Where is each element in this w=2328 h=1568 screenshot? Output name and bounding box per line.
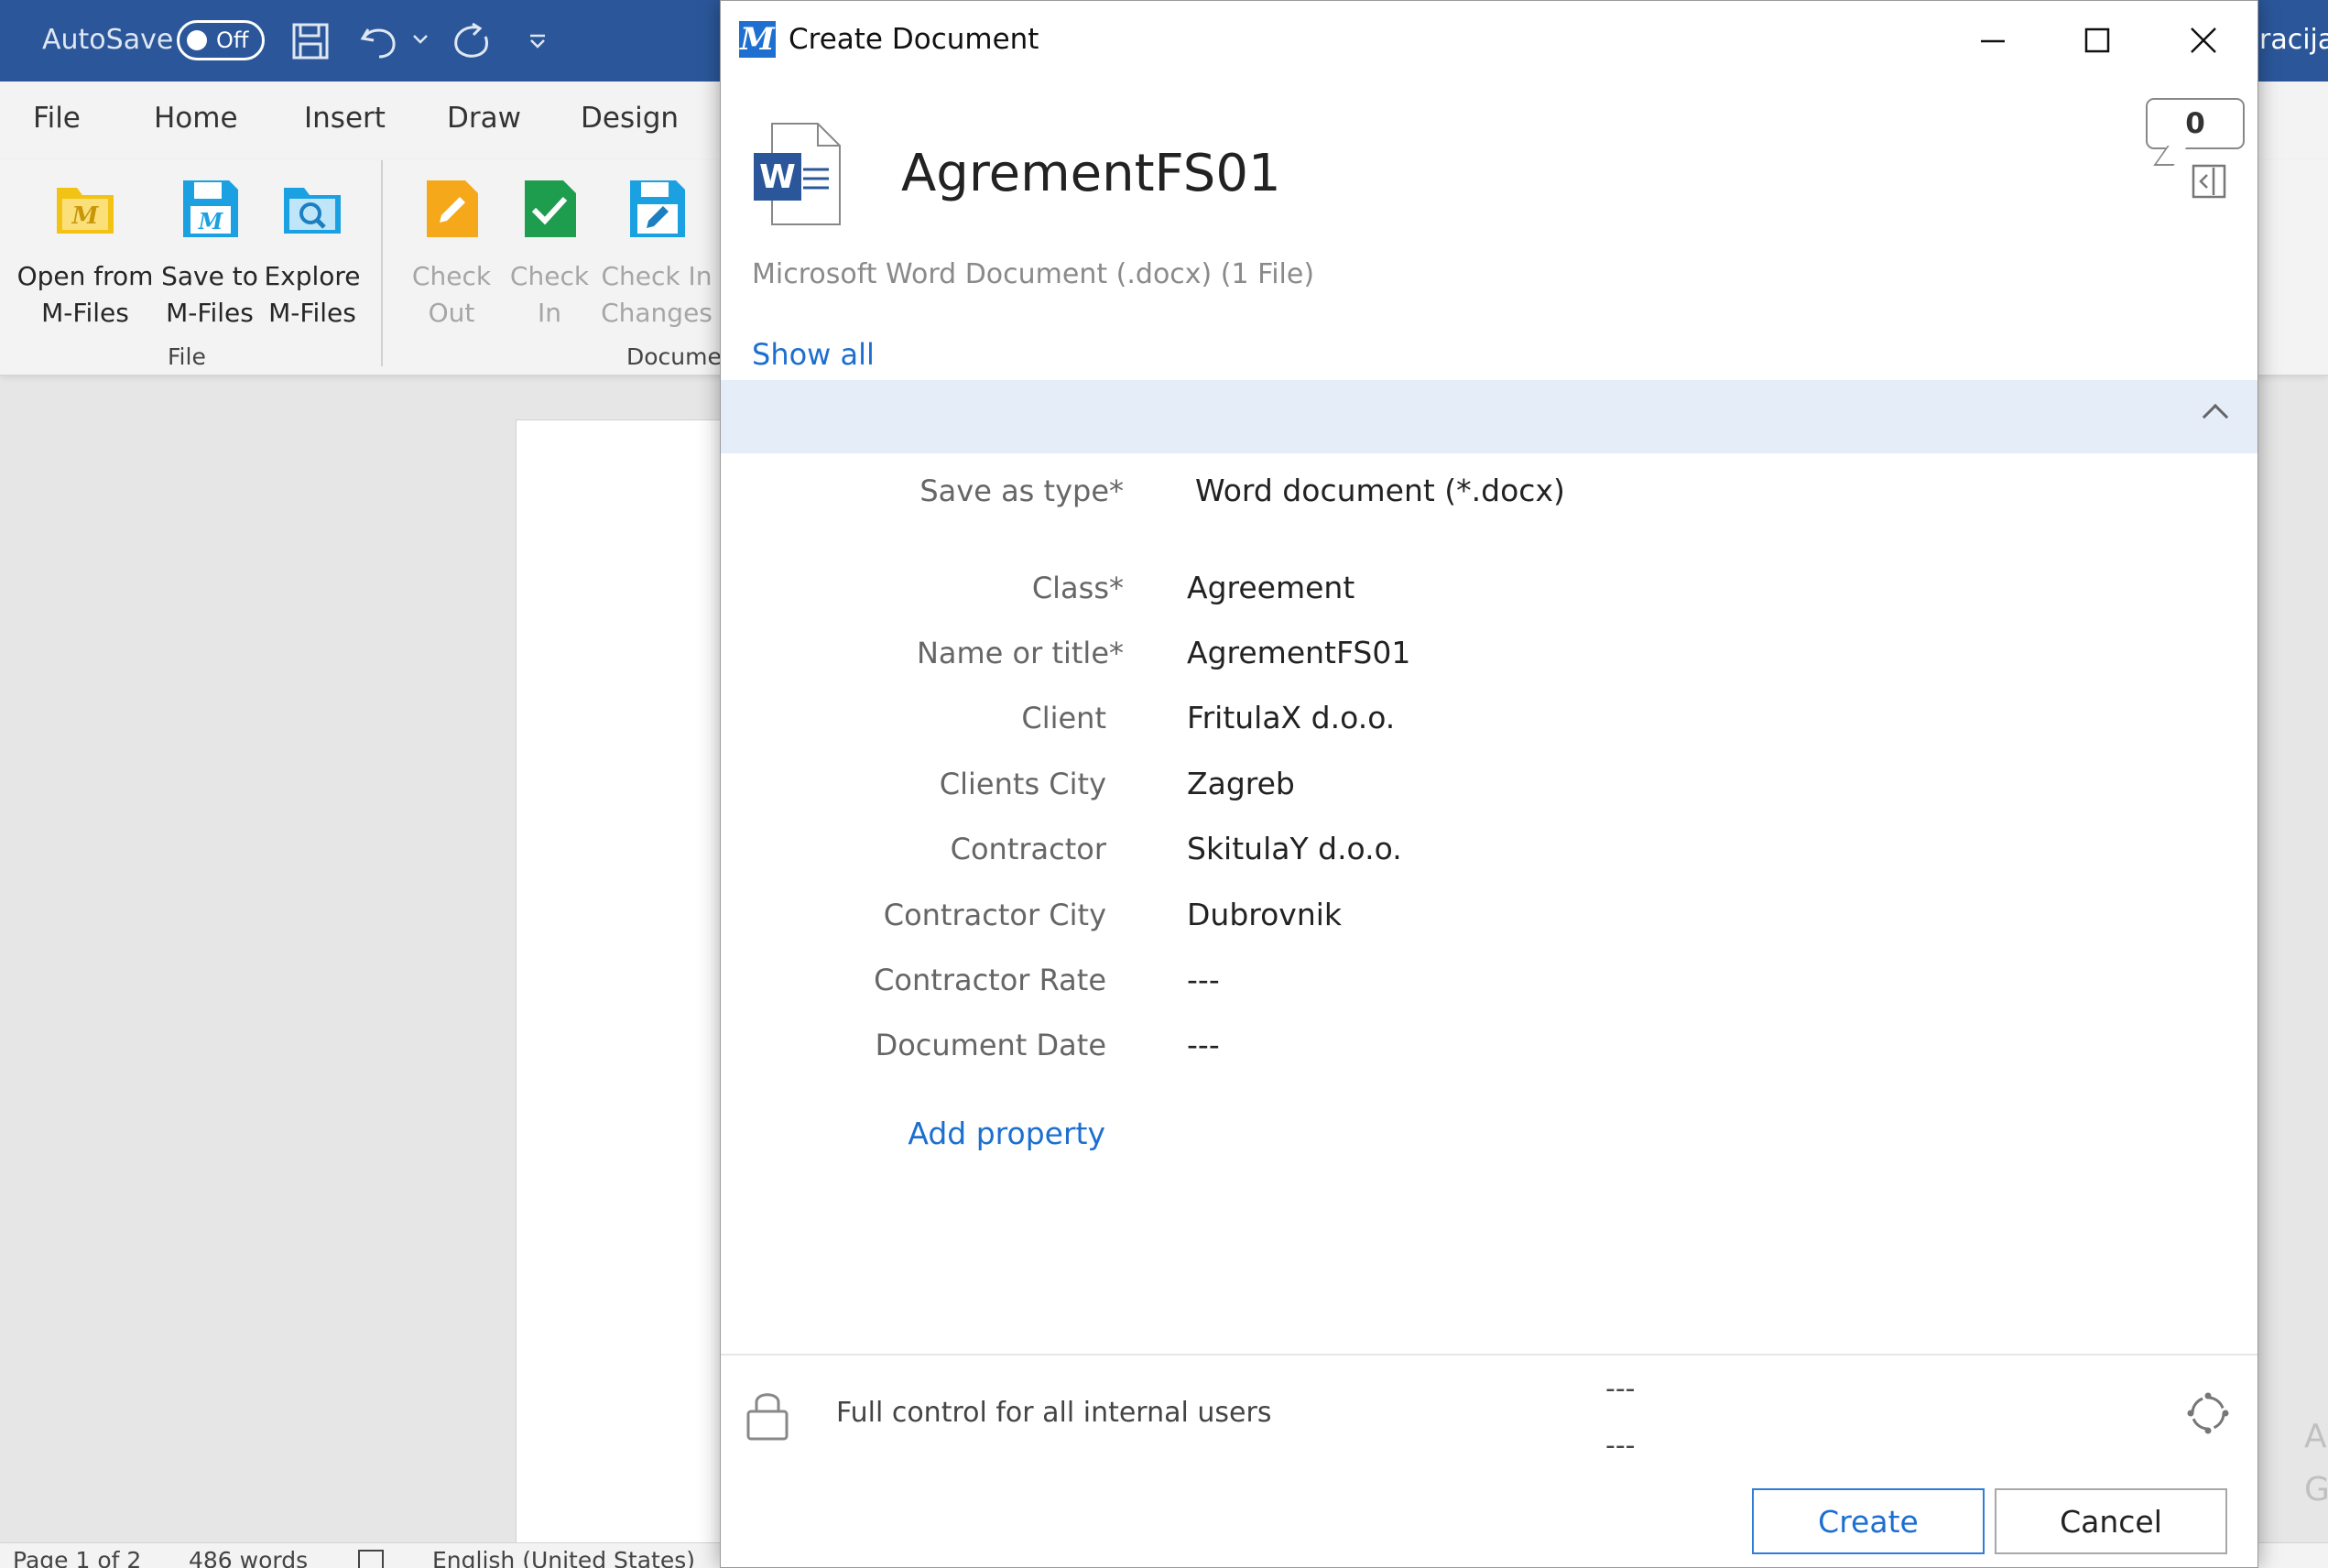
- svg-text:W: W: [759, 158, 796, 196]
- contractor-rate-field[interactable]: ---: [1187, 962, 1220, 997]
- word-document-icon: W: [754, 123, 841, 225]
- open-from-label-1: Open from: [16, 261, 154, 291]
- metadata-section-header[interactable]: [721, 380, 2257, 453]
- clients-city-field[interactable]: Zagreb: [1187, 766, 1295, 801]
- close-button[interactable]: [2162, 12, 2245, 69]
- maximize-icon: [2084, 27, 2110, 53]
- group-label-document: Docume: [626, 343, 722, 370]
- check-in-changes-label-1: Check In: [601, 261, 713, 291]
- document-date-field[interactable]: ---: [1187, 1027, 1220, 1062]
- save-icon[interactable]: [291, 22, 330, 60]
- status-words[interactable]: 486 words: [189, 1547, 308, 1568]
- workflow-cycle-icon[interactable]: [2186, 1391, 2230, 1435]
- customize-toolbar-icon[interactable]: [528, 31, 548, 51]
- check-in-changes-label-2: Changes: [601, 298, 713, 328]
- property-label: Save as type*: [919, 474, 1124, 508]
- check-out-label-1: Check: [411, 261, 492, 291]
- edge-text-2: G: [2304, 1471, 2328, 1508]
- explore-label-1: Explore: [264, 261, 361, 291]
- open-from-label-2: M-Files: [41, 298, 129, 328]
- property-label: Client: [1021, 701, 1106, 735]
- property-label: Document Date: [875, 1028, 1106, 1062]
- show-all-link[interactable]: Show all: [752, 337, 875, 372]
- svg-text:M: M: [198, 208, 224, 234]
- tab-file[interactable]: File: [33, 102, 81, 135]
- maximize-button[interactable]: [2056, 12, 2138, 69]
- save-as-type-select[interactable]: Word document (*.docx): [1195, 473, 1565, 508]
- document-title[interactable]: AgrementFS01: [901, 144, 1281, 203]
- workflow-value[interactable]: ---: [1605, 1373, 1635, 1405]
- dialog-title: Create Document: [789, 23, 1039, 56]
- add-property-link[interactable]: Add property: [721, 1116, 1105, 1151]
- check-in-button[interactable]: Check In: [499, 169, 600, 332]
- autosave-label: AutoSave: [42, 24, 174, 56]
- explore-mfiles-button[interactable]: Explore M-Files: [256, 169, 368, 332]
- create-document-dialog: M Create Document W AgrementFS01 0 Micro…: [720, 0, 2258, 1568]
- check-in-checkmark-icon: [525, 180, 576, 237]
- create-button[interactable]: Create: [1752, 1488, 1985, 1554]
- check-in-label-2: In: [537, 298, 561, 328]
- status-page[interactable]: Page 1 of 2: [13, 1547, 141, 1568]
- tab-draw[interactable]: Draw: [447, 102, 521, 135]
- group-label-file: File: [168, 343, 206, 370]
- minimize-button[interactable]: [1952, 12, 2034, 69]
- explore-folder-icon: [284, 188, 341, 234]
- check-in-label-1: Check: [509, 261, 590, 291]
- check-out-label-2: Out: [428, 298, 475, 328]
- property-label: Contractor: [950, 832, 1106, 866]
- open-from-mfiles-button[interactable]: M Open from M-Files: [16, 169, 154, 332]
- collapse-panel-icon[interactable]: [2192, 164, 2226, 199]
- name-or-title-field[interactable]: AgrementFS01: [1187, 635, 1410, 670]
- autosave-toggle-knob: [187, 30, 207, 50]
- contractor-field[interactable]: SkitulaY d.o.o.: [1187, 831, 1402, 866]
- client-field[interactable]: FritulaX d.o.o.: [1187, 700, 1395, 735]
- mfiles-logo-icon: M: [739, 21, 776, 58]
- property-label: Clients City: [939, 767, 1106, 801]
- property-label: Class*: [1031, 571, 1124, 605]
- undo-icon[interactable]: [359, 22, 403, 60]
- undo-dropdown-icon[interactable]: [412, 33, 429, 46]
- dialog-titlebar: M Create Document: [721, 1, 2257, 80]
- open-folder-mfiles-icon: M: [57, 188, 114, 234]
- cancel-button[interactable]: Cancel: [1995, 1488, 2227, 1554]
- workflow-state-value[interactable]: ---: [1605, 1430, 1635, 1462]
- permissions-value[interactable]: Full control for all internal users: [836, 1397, 1271, 1429]
- lock-icon[interactable]: [745, 1388, 790, 1441]
- check-in-changes-button[interactable]: Check In Changes: [597, 169, 716, 332]
- chevron-up-icon[interactable]: [2202, 403, 2229, 430]
- footer-divider: [721, 1354, 2257, 1356]
- ribbon-group-separator: [381, 160, 383, 366]
- redo-icon[interactable]: [451, 22, 493, 62]
- tab-design[interactable]: Design: [581, 102, 679, 135]
- tab-home[interactable]: Home: [154, 102, 238, 135]
- proofing-icon[interactable]: [357, 1549, 390, 1568]
- check-out-button[interactable]: Check Out: [397, 169, 506, 332]
- class-field[interactable]: Agreement: [1187, 570, 1354, 605]
- save-mfiles-icon: M: [183, 180, 238, 237]
- edge-text-1: A: [2304, 1418, 2327, 1455]
- document-title-fragment: racija1: [2259, 24, 2328, 56]
- property-label: Contractor City: [883, 898, 1106, 932]
- check-in-changes-icon: [630, 180, 685, 237]
- comments-button[interactable]: 0: [2146, 98, 2245, 149]
- status-language[interactable]: English (United States): [432, 1547, 695, 1568]
- minimize-icon: [1981, 39, 2005, 43]
- comment-count: 0: [2185, 107, 2205, 140]
- property-label: Contractor Rate: [874, 963, 1106, 997]
- autosave-toggle[interactable]: Off: [177, 20, 265, 60]
- contractor-city-field[interactable]: Dubrovnik: [1187, 897, 1342, 932]
- tab-insert[interactable]: Insert: [304, 102, 386, 135]
- document-file-info: Microsoft Word Document (.docx) (1 File): [752, 258, 1315, 290]
- explore-label-2: M-Files: [268, 298, 356, 328]
- autosave-state: Off: [216, 27, 249, 53]
- property-label: Name or title*: [916, 636, 1124, 670]
- check-out-pencil-icon: [427, 180, 478, 237]
- svg-text:M: M: [71, 202, 100, 230]
- close-icon: [2191, 27, 2216, 53]
